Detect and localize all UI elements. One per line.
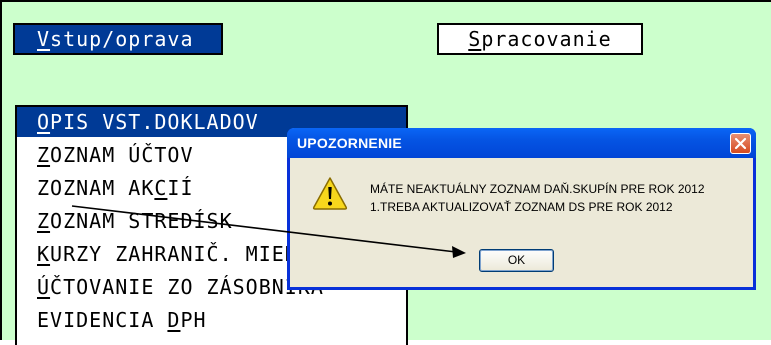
ok-button[interactable]: OK — [479, 249, 554, 272]
tab-underlined-letter: S — [468, 27, 482, 51]
menu-hotkey: Z — [37, 209, 51, 233]
dialog-message-line-2: 1.TREBA AKTUALIZOVAŤ ZOZNAM DS PRE ROK 2… — [370, 200, 673, 214]
warning-icon — [312, 177, 348, 210]
warning-dialog: UPOZORNENIE MÁTE NEAKTUÁLNY ZOZNAM DAŇ.S… — [287, 128, 756, 290]
menu-item-label: ZOZNAM AK — [37, 176, 155, 200]
menu-item-label: EVIDENCIA — [37, 308, 168, 332]
menu-hotkey: Ú — [37, 275, 51, 299]
dialog-titlebar[interactable]: UPOZORNENIE — [287, 128, 756, 158]
dialog-message-line-1: MÁTE NEAKTUÁLNY ZOZNAM DAŇ.SKUPÍN PRE RO… — [370, 182, 705, 196]
tab-spracovanie[interactable]: Spracovanie — [437, 23, 643, 55]
menu-hotkey: K — [37, 242, 51, 266]
menu-hotkey: Z — [37, 143, 51, 167]
menu-hotkey: O — [37, 110, 51, 134]
tab-label: stup/oprava — [50, 27, 194, 51]
menu-item-label: OZNAM ÚČTOV — [50, 143, 194, 167]
menu-hotkey: D — [167, 308, 181, 332]
menu-item-label: URZY ZAHRANIČ. MIEN — [50, 242, 298, 266]
dialog-title: UPOZORNENIE — [297, 135, 402, 151]
tab-underlined-letter: V — [37, 27, 51, 51]
menu-item-label: PH — [180, 308, 207, 332]
close-x-glyph — [734, 137, 747, 150]
menu-item-label: IÍ — [167, 176, 194, 200]
menu-item-evidencia-dph[interactable]: EVIDENCIA DPH — [17, 305, 406, 335]
menu-item-label: OZNAM STREDÍSK — [50, 209, 233, 233]
close-icon[interactable] — [730, 133, 751, 154]
menu-item-label: PIS VST.DOKLADOV — [50, 110, 259, 134]
tab-vstup-oprava[interactable]: Vstup/oprava — [13, 23, 223, 55]
tab-label: pracovanie — [481, 27, 612, 51]
menu-hotkey: C — [154, 176, 168, 200]
menu-item-label: ČTOVANIE ZO ZÁSOBNÍKA — [50, 275, 324, 299]
